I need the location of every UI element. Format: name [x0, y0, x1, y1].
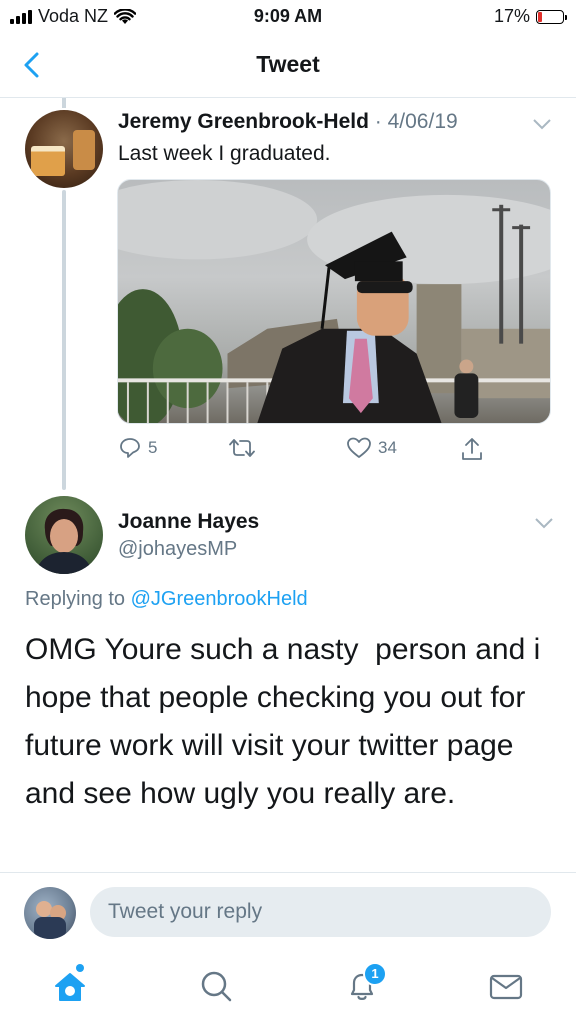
like-icon — [347, 437, 371, 458]
replying-to-label: Replying to — [25, 588, 131, 610]
author-handle[interactable]: @johayesMP — [118, 538, 237, 561]
home-new-dot — [76, 964, 84, 972]
avatar[interactable] — [25, 496, 103, 574]
reply-icon — [120, 438, 140, 458]
page-title: Tweet — [256, 51, 320, 77]
mention-link[interactable]: @JGreenbrookHeld — [131, 588, 308, 610]
thread-line — [62, 190, 66, 490]
battery-level — [538, 11, 543, 22]
tweet-header: Jeremy Greenbrook-Held · 4/06/19 — [118, 110, 458, 134]
navigation-bar: Tweet — [0, 36, 576, 98]
tab-search[interactable] — [196, 966, 236, 1006]
thread-line-top — [62, 98, 66, 108]
share-icon — [462, 438, 482, 460]
tweet-text: OMG Youre such a nasty person and i hope… — [25, 633, 549, 810]
notification-badge: 1 — [363, 962, 387, 986]
messages-icon — [489, 974, 523, 1000]
tweet-photo[interactable] — [117, 179, 551, 424]
tab-bar: 1 — [0, 952, 576, 1025]
battery-percent: 17% — [493, 6, 530, 26]
tweet-actions: 5 34 — [118, 436, 538, 466]
status-bar: Voda NZ 9:09 AM 17% — [0, 0, 576, 36]
chevron-down-icon[interactable] — [534, 516, 554, 530]
reply-input[interactable] — [90, 887, 551, 937]
like-count: 34 — [378, 438, 397, 457]
tab-home[interactable] — [50, 964, 90, 1006]
reply-bar — [0, 872, 576, 952]
tab-messages[interactable] — [486, 966, 526, 1006]
battery-icon — [536, 9, 567, 24]
reply-action[interactable]: 5 — [118, 436, 157, 460]
tweet-text: Last week I graduated. — [118, 142, 331, 165]
avatar[interactable] — [24, 887, 76, 939]
battery-group: 17% — [493, 6, 567, 27]
share-action[interactable] — [460, 436, 484, 462]
home-icon — [55, 973, 85, 1001]
author-name[interactable]: Joanne Hayes — [118, 510, 259, 534]
retweet-action[interactable] — [228, 436, 256, 460]
clock: 9:09 AM — [253, 6, 323, 26]
chevron-down-icon[interactable] — [532, 117, 552, 131]
tab-notifications[interactable]: 1 — [342, 962, 387, 1006]
search-icon — [201, 971, 232, 1002]
avatar[interactable] — [25, 110, 103, 188]
replying-to: Replying to @JGreenbrookHeld — [25, 588, 308, 611]
tweet-date: · 4/06/19 — [374, 110, 458, 133]
retweet-icon — [229, 439, 255, 457]
author-name[interactable]: Jeremy Greenbrook-Held — [118, 110, 369, 133]
reply-count: 5 — [148, 438, 158, 457]
like-action[interactable]: 34 — [346, 436, 397, 460]
